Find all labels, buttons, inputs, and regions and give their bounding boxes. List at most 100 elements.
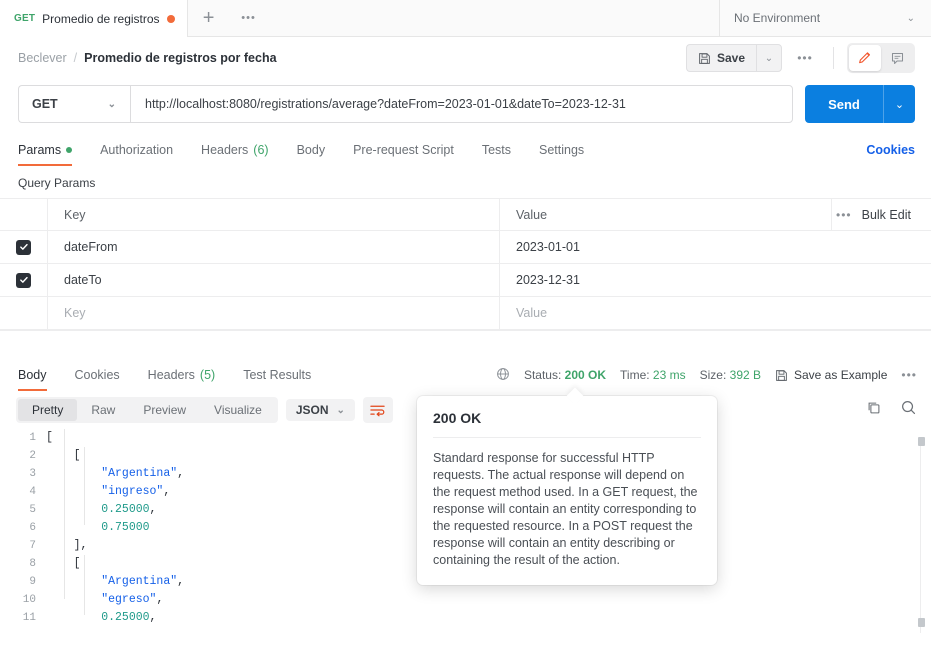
word-wrap-button[interactable] xyxy=(362,397,393,423)
request-tabs: Params Authorization Headers (6) Body Pr… xyxy=(0,133,931,166)
table-header-row: Key Value ••• Bulk Edit xyxy=(0,199,931,231)
status-badge[interactable]: Status: 200 OK xyxy=(524,368,606,382)
environment-selector[interactable]: No Environment ⌄ xyxy=(719,0,931,36)
query-params-table: Key Value ••• Bulk Edit dateFrom 2023-01… xyxy=(0,198,931,330)
size-label: Size: xyxy=(699,368,727,382)
edit-mode-button[interactable] xyxy=(849,45,881,71)
line-number: 1 xyxy=(29,432,36,444)
param-key[interactable]: dateFrom xyxy=(48,231,500,263)
code-text: 0.25000, xyxy=(101,503,157,516)
tooltip-title: 200 OK xyxy=(433,410,701,438)
response-tab-test-results[interactable]: Test Results xyxy=(229,358,325,391)
checkbox-checked-icon[interactable] xyxy=(16,272,31,288)
request-tab[interactable]: GET Promedio de registros xyxy=(0,0,188,37)
tab-settings[interactable]: Settings xyxy=(525,133,598,166)
more-actions-button[interactable]: ••• xyxy=(790,44,820,72)
response-more-icon[interactable]: ••• xyxy=(901,368,917,382)
panel-divider xyxy=(0,330,931,359)
tab-strip: GET Promedio de registros + ••• No Envir… xyxy=(0,0,931,37)
save-button[interactable]: Save xyxy=(685,44,756,72)
save-as-example-label: Save as Example xyxy=(794,368,888,382)
code-line: 10 "egreso", xyxy=(0,591,931,609)
send-group: Send ⌄ xyxy=(805,85,915,123)
view-mode-visualize[interactable]: Visualize xyxy=(200,399,276,421)
response-tools xyxy=(866,399,917,421)
save-label: Save xyxy=(716,51,745,65)
tab-pre-request-script-label: Pre-request Script xyxy=(353,142,454,157)
response-scrollbar[interactable] xyxy=(918,437,925,633)
line-number: 10 xyxy=(22,594,36,606)
checkbox-checked-icon[interactable] xyxy=(16,239,31,255)
http-method-select[interactable]: GET ⌄ xyxy=(18,85,130,123)
table-row: dateFrom 2023-01-01 xyxy=(0,231,931,264)
tab-authorization[interactable]: Authorization xyxy=(86,133,187,166)
http-method-value: GET xyxy=(32,97,58,111)
param-key[interactable]: dateTo xyxy=(48,264,500,296)
column-header-key: Key xyxy=(48,199,500,230)
send-button[interactable]: Send xyxy=(805,85,883,123)
query-params-label: Query Params xyxy=(18,176,96,190)
response-tab-body-label: Body xyxy=(18,367,47,382)
new-tab-button[interactable]: + xyxy=(187,0,230,36)
save-as-example-button[interactable]: Save as Example xyxy=(775,368,887,382)
row-checkbox-cell[interactable] xyxy=(0,231,48,263)
url-input[interactable]: http://localhost:8080/registrations/aver… xyxy=(130,85,793,123)
param-value[interactable]: 2023-01-01 xyxy=(500,231,831,263)
chevron-down-icon: ⌄ xyxy=(107,98,116,110)
table-more-icon[interactable]: ••• xyxy=(836,208,852,222)
view-mode-preview[interactable]: Preview xyxy=(129,399,200,421)
row-checkbox-cell[interactable] xyxy=(0,264,48,296)
tab-tests[interactable]: Tests xyxy=(468,133,525,166)
breadcrumb: Beclever / Promedio de registros por fec… xyxy=(18,51,277,65)
save-options-button[interactable]: ⌄ xyxy=(756,44,782,72)
globe-icon xyxy=(496,367,510,384)
comment-button[interactable] xyxy=(881,45,913,71)
chevron-down-icon: ⌄ xyxy=(906,12,915,24)
view-mode-segment: Pretty Raw Preview Visualize xyxy=(16,397,278,423)
line-number: 4 xyxy=(29,486,36,498)
row-actions xyxy=(831,297,931,329)
response-tab-headers-label: Headers xyxy=(147,367,195,382)
tab-strip-spacer xyxy=(267,0,719,37)
tab-method-label: GET xyxy=(14,13,36,24)
param-key-placeholder[interactable]: Key xyxy=(48,297,500,329)
view-toggle-group xyxy=(847,43,915,73)
tab-headers-count: (6) xyxy=(253,142,269,157)
response-tab-body[interactable]: Body xyxy=(18,358,61,391)
code-text: "Argentina", xyxy=(101,575,185,588)
response-tab-cookies[interactable]: Cookies xyxy=(61,358,134,391)
search-icon xyxy=(902,401,916,415)
tab-pre-request-script[interactable]: Pre-request Script xyxy=(339,133,468,166)
code-text: "Argentina", xyxy=(101,467,185,480)
params-active-dot-icon xyxy=(66,146,73,153)
search-button[interactable] xyxy=(900,399,917,421)
scrollbar-thumb[interactable] xyxy=(918,437,925,446)
response-meta: Status: 200 OK Time: 23 ms Size: 392 B S… xyxy=(496,367,917,384)
scrollbar-thumb-end[interactable] xyxy=(918,618,925,627)
tab-title: Promedio de registros xyxy=(42,11,160,26)
code-line: 11 0.25000, xyxy=(0,609,931,627)
view-mode-pretty[interactable]: Pretty xyxy=(18,399,78,421)
bulk-edit-button[interactable]: Bulk Edit xyxy=(862,208,911,222)
view-mode-raw[interactable]: Raw xyxy=(77,399,129,421)
tab-params[interactable]: Params xyxy=(18,133,86,166)
tab-body[interactable]: Body xyxy=(283,133,340,166)
tab-headers-label: Headers xyxy=(201,142,249,157)
postman-window: GET Promedio de registros + ••• No Envir… xyxy=(0,0,931,659)
cookies-link[interactable]: Cookies xyxy=(866,143,915,157)
unsaved-indicator-icon xyxy=(166,14,175,23)
page-title: Promedio de registros por fecha xyxy=(84,51,277,65)
param-value[interactable]: 2023-12-31 xyxy=(500,264,831,296)
header-check-cell xyxy=(0,199,48,230)
breadcrumb-row: Beclever / Promedio de registros por fec… xyxy=(0,37,931,79)
copy-button[interactable] xyxy=(866,400,882,421)
response-format-select[interactable]: JSON ⌄ xyxy=(285,399,355,421)
row-checkbox-cell[interactable] xyxy=(0,297,48,329)
send-options-button[interactable]: ⌄ xyxy=(883,85,915,123)
breadcrumb-collection[interactable]: Beclever xyxy=(18,51,67,65)
tab-headers[interactable]: Headers (6) xyxy=(187,133,283,166)
tab-more-options-icon[interactable]: ••• xyxy=(229,0,268,36)
param-value-placeholder[interactable]: Value xyxy=(500,297,831,329)
tab-params-label: Params xyxy=(18,142,62,157)
response-tab-headers[interactable]: Headers (5) xyxy=(134,358,230,391)
